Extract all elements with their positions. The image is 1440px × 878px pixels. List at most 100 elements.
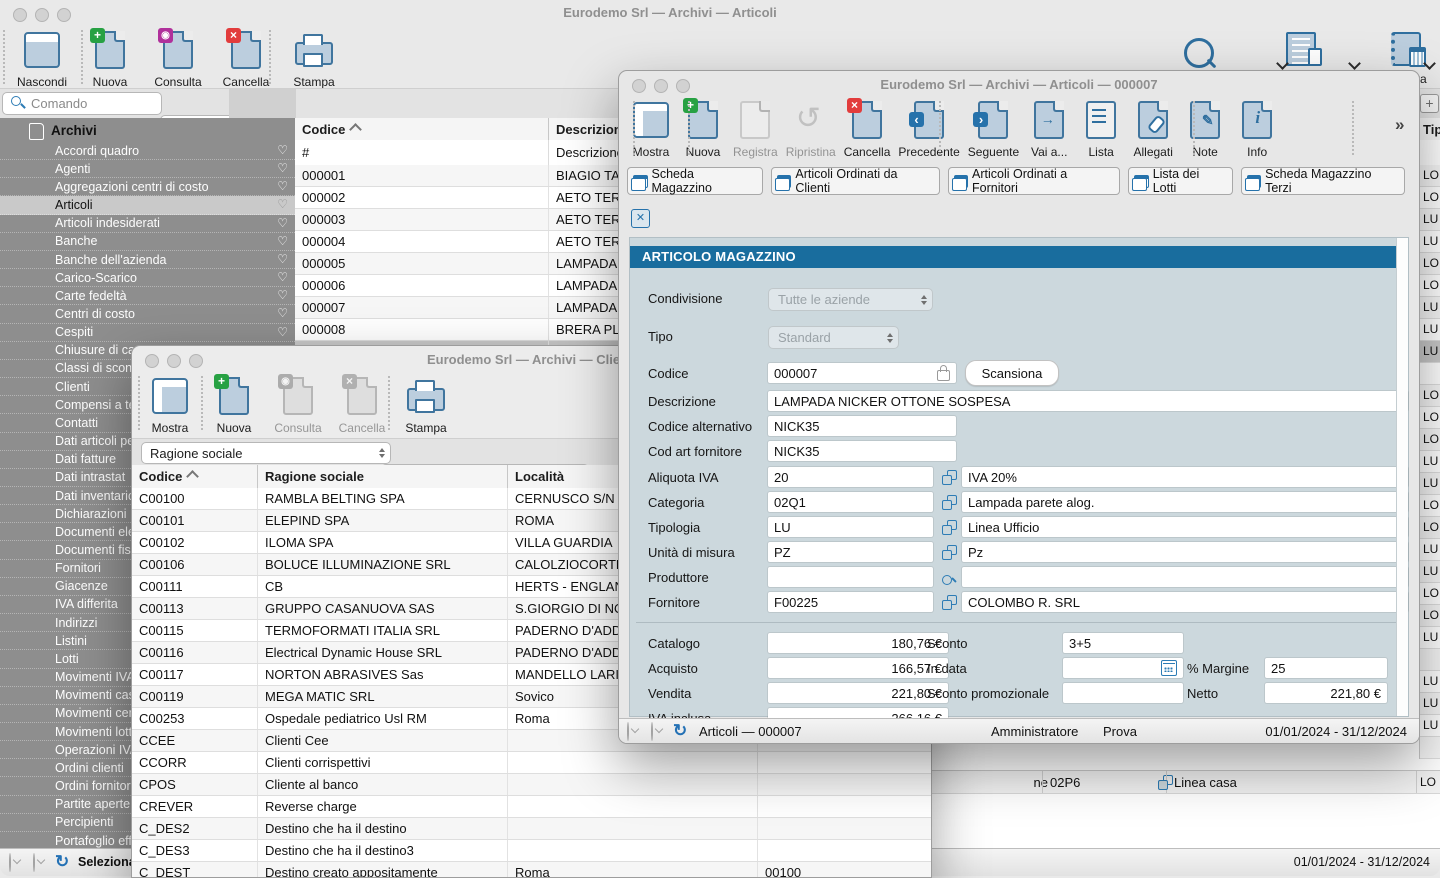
tip-cell[interactable]: LU xyxy=(1420,451,1440,473)
vendita-input[interactable]: 221,80 € xyxy=(768,683,948,703)
close-pane-button[interactable]: ✕ xyxy=(631,209,650,228)
linked-desc-field[interactable]: COLOMBO R. SRL xyxy=(962,592,1408,612)
zoom-button[interactable] xyxy=(57,8,71,22)
heart-icon[interactable]: ♡ xyxy=(277,179,288,193)
table-row[interactable]: C_DES3 Destino che ha il destino3 xyxy=(132,840,931,862)
toolbar-button[interactable]: Info xyxy=(1233,97,1281,159)
tip-cell[interactable]: LO xyxy=(1420,385,1440,407)
close-button[interactable] xyxy=(632,79,646,93)
toolbar-button[interactable]: Ripristina xyxy=(784,97,838,159)
tip-cell[interactable]: LO xyxy=(1420,407,1440,429)
sidebar-item[interactable]: Accordi quadro ♡ xyxy=(0,142,295,160)
sync-status-icon[interactable] xyxy=(627,722,629,741)
toolbar-button[interactable]: Mostra xyxy=(138,373,202,435)
tip-cell[interactable]: LU xyxy=(1420,473,1440,495)
tip-cell[interactable]: LU xyxy=(1420,539,1440,561)
linked-code-input[interactable]: LU xyxy=(768,517,933,537)
toolbar-button[interactable]: Nuova xyxy=(679,97,727,159)
sidebar-item[interactable]: Carte fedeltà ♡ xyxy=(0,287,295,305)
link-icon[interactable] xyxy=(942,470,957,485)
tip-cell[interactable] xyxy=(1420,363,1440,385)
tip-cell[interactable]: LO xyxy=(1420,165,1440,187)
linked-desc-field[interactable]: Linea Ufficio xyxy=(962,517,1408,537)
sidebar-item[interactable]: Agenti ♡ xyxy=(0,160,295,178)
tip-cell[interactable]: LO xyxy=(1420,429,1440,451)
heart-icon[interactable]: ♡ xyxy=(277,288,288,302)
in-data-input[interactable] xyxy=(1063,658,1183,678)
tip-cell[interactable]: LU xyxy=(1420,561,1440,583)
heart-icon[interactable]: ♡ xyxy=(277,306,288,320)
cod-art-fornitore-input[interactable]: NICK35 xyxy=(768,441,956,461)
tip-cell[interactable]: LO xyxy=(1420,253,1440,275)
toolbar-button[interactable]: Consulta xyxy=(144,27,212,89)
related-window-button[interactable]: Lista dei Lotti xyxy=(1128,167,1232,195)
search-input[interactable]: Comando xyxy=(2,92,162,115)
linked-desc-field[interactable] xyxy=(962,567,1408,587)
toolbar-button[interactable]: Note xyxy=(1181,97,1229,159)
linked-code-input[interactable]: F00225 xyxy=(768,592,933,612)
tip-cell[interactable]: LO xyxy=(1420,187,1440,209)
toolbar-button[interactable]: Consulta xyxy=(266,373,330,435)
tip-cell[interactable]: LU xyxy=(1420,693,1440,715)
toolbar-button[interactable]: Stampa xyxy=(394,373,458,435)
table-row[interactable]: C_DEST Destino creato appositamente Roma… xyxy=(132,862,931,878)
tip-cell[interactable]: LU xyxy=(1420,341,1440,363)
link-icon[interactable] xyxy=(942,520,957,535)
toolbar-button[interactable]: Cancella xyxy=(842,97,893,159)
traffic-lights[interactable] xyxy=(13,8,71,22)
companies-icon[interactable] xyxy=(1286,32,1316,66)
heart-icon[interactable]: ♡ xyxy=(277,216,288,230)
add-column-button[interactable]: + xyxy=(1420,94,1439,113)
accounting-icon[interactable] xyxy=(1391,32,1421,66)
sidebar-item[interactable]: Articoli ♡ xyxy=(0,196,295,214)
tipo-select[interactable]: Standard xyxy=(768,326,899,349)
form-scrollbar[interactable] xyxy=(1396,238,1408,716)
tip-cell[interactable]: LU xyxy=(1420,627,1440,649)
tip-cell[interactable] xyxy=(1420,649,1440,671)
codice-input[interactable]: 000007 xyxy=(768,363,956,383)
tip-cell[interactable]: LO xyxy=(1420,517,1440,539)
tip-cell[interactable]: LU xyxy=(1420,297,1440,319)
sconto-promozionale-input[interactable] xyxy=(1063,683,1183,703)
minimize-button[interactable] xyxy=(35,8,49,22)
link-icon[interactable] xyxy=(942,595,957,610)
sidebar-item[interactable]: Aggregazioni centri di costo ♡ xyxy=(0,178,295,196)
heart-icon[interactable]: ♡ xyxy=(277,143,288,157)
catalogo-input[interactable]: 180,76 € xyxy=(768,633,948,653)
linked-desc-field[interactable]: Pz xyxy=(962,542,1408,562)
sidebar-item[interactable]: Banche ♡ xyxy=(0,233,295,251)
sidebar-item[interactable]: Articoli indesiderati ♡ xyxy=(0,215,295,233)
close-button[interactable] xyxy=(145,354,159,368)
linked-code-input[interactable]: 20 xyxy=(768,467,933,487)
toolbar-overflow-button[interactable]: » xyxy=(1395,115,1404,135)
heart-icon[interactable]: ♡ xyxy=(277,252,288,266)
column-header-codice[interactable]: Codice xyxy=(132,465,270,488)
toolbar-button[interactable]: Cancella xyxy=(330,373,394,435)
toolbar-button[interactable]: Stampa xyxy=(280,27,348,89)
related-window-button[interactable]: Scheda Magazzino Terzi xyxy=(1241,167,1405,195)
tip-cell[interactable]: LU xyxy=(1420,209,1440,231)
toolbar-button[interactable]: Registra xyxy=(731,97,780,159)
related-window-button[interactable]: Articoli Ordinati a Fornitori xyxy=(948,167,1121,195)
zoom-button[interactable] xyxy=(676,79,690,93)
heart-icon[interactable]: ♡ xyxy=(277,325,288,339)
margine-input[interactable]: 25 xyxy=(1265,658,1387,678)
sync-status-icon[interactable] xyxy=(651,722,653,741)
tip-cell[interactable]: LO xyxy=(1420,275,1440,297)
toolbar-button[interactable]: Precedente xyxy=(896,97,961,159)
refresh-icon[interactable]: ↻ xyxy=(55,853,69,870)
column-header-ragione-sociale[interactable]: Ragione sociale xyxy=(257,465,521,488)
refresh-icon[interactable]: ↻ xyxy=(673,722,687,739)
chevron-down-icon[interactable] xyxy=(1348,57,1361,70)
heart-icon[interactable]: ♡ xyxy=(277,197,288,211)
heart-icon[interactable]: ♡ xyxy=(277,270,288,284)
heart-icon[interactable]: ♡ xyxy=(277,234,288,248)
sidebar-item[interactable]: Centri di costo ♡ xyxy=(0,305,295,323)
toolbar-button[interactable]: Seguente xyxy=(966,97,1021,159)
linked-desc-field[interactable]: Lampada parete alog. xyxy=(962,492,1408,512)
traffic-lights[interactable] xyxy=(632,79,690,93)
sconto-input[interactable]: 3+5 xyxy=(1063,633,1183,653)
search-icon[interactable] xyxy=(1184,38,1214,68)
tip-cell[interactable]: LO xyxy=(1420,495,1440,517)
tip-cell[interactable]: LO xyxy=(1420,583,1440,605)
